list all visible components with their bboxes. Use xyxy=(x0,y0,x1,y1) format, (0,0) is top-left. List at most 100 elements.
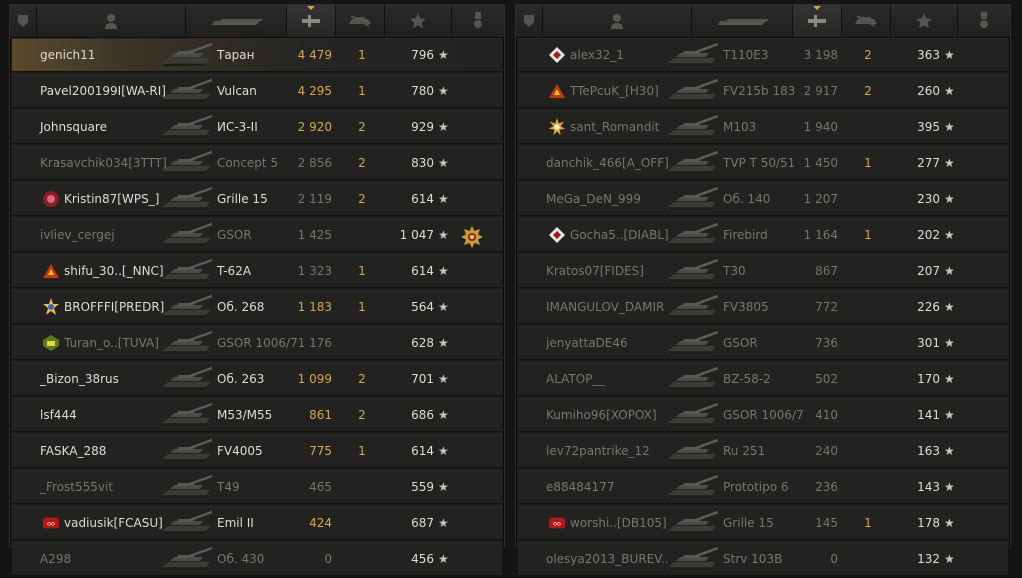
player-name[interactable]: Pavel200199I[WA-RI] xyxy=(40,75,166,107)
player-row[interactable]: jenyattaDE46 GSOR 736 301 ★ xyxy=(518,326,1008,360)
xp-value: 143 xyxy=(917,480,940,494)
vehicle-silhouette-icon xyxy=(160,365,214,393)
shield-icon[interactable] xyxy=(10,5,37,37)
kills-value xyxy=(858,255,878,287)
damage-value: 1 425 xyxy=(297,228,332,242)
player-name[interactable]: Turan_o..[TUVA] xyxy=(64,327,159,359)
player-name[interactable]: jenyattaDE46 xyxy=(546,327,628,359)
player-row[interactable]: Johnsquare ИС-3-II 2 920 2 929 ★ xyxy=(12,110,502,144)
xp-star-icon: ★ xyxy=(438,264,449,278)
player-row[interactable]: sant_Romandit M103 1 940 395 ★ xyxy=(518,110,1008,144)
player-name[interactable]: ivliev_cergej xyxy=(40,219,115,251)
player-name[interactable]: MeGa_DeN_999 xyxy=(546,183,641,215)
xp-star-icon: ★ xyxy=(944,264,955,278)
tank-icon[interactable] xyxy=(692,5,793,37)
player-row[interactable]: A298 Об. 430 0 456 ★ xyxy=(12,542,502,576)
player-name[interactable]: shifu_30..[_NNC] xyxy=(64,255,164,287)
player-row[interactable]: _Frost555vit T49 465 559 ★ xyxy=(12,470,502,504)
kills-value xyxy=(858,543,878,575)
player-name[interactable]: danchik_466[A_OFF] xyxy=(546,147,669,179)
kills-value xyxy=(858,111,878,143)
player-name[interactable]: BROFFFI[PREDR] xyxy=(64,291,164,323)
vehicle-name: Ru 251 xyxy=(723,444,766,458)
player-name[interactable]: Kratos07[FIDES] xyxy=(546,255,644,287)
player-name[interactable]: IMANGULOV_DAMIR xyxy=(546,291,664,323)
player-row[interactable]: olesya2013_BUREV.. Strv 103B 0 132 ★ xyxy=(518,542,1008,576)
player-row[interactable]: MeGa_DeN_999 Об. 140 1 207 230 ★ xyxy=(518,182,1008,216)
player-row[interactable]: oo worshi..[DB105] Grille 15 145 1 178 ★ xyxy=(518,506,1008,540)
xp-value: 628 xyxy=(411,336,434,350)
team-left-panel: genich11 Таран 4 479 1 796 ★ Pavel200199I[WA-R… xyxy=(9,4,505,576)
player-name[interactable]: Gocha5..[DIABL] xyxy=(570,219,669,251)
xp-value: 1 047 xyxy=(399,228,434,242)
player-row[interactable]: shifu_30..[_NNC] T-62A 1 323 1 614 ★ xyxy=(12,254,502,288)
xp-star-icon: ★ xyxy=(944,372,955,386)
vehicle-name: Таран xyxy=(217,48,255,62)
clan-emblem-icon: oo xyxy=(42,514,60,532)
player-name[interactable]: _Frost555vit xyxy=(40,471,113,503)
player-name[interactable]: e88484177 xyxy=(546,471,614,503)
player-row[interactable]: lsf444 M53/M55 861 2 686 ★ xyxy=(12,398,502,432)
player-row[interactable]: Kristin87[WPS_] Grille 15 2 119 2 614 ★ xyxy=(12,182,502,216)
xp-value: 614 xyxy=(411,444,434,458)
medal-icon[interactable] xyxy=(452,5,504,37)
player-row[interactable]: Pavel200199I[WA-RI] Vulcan 4 295 1 780 ★ xyxy=(12,74,502,108)
xp-star-icon: ★ xyxy=(944,84,955,98)
kills-value: 1 xyxy=(358,84,366,98)
player-name[interactable]: olesya2013_BUREV.. xyxy=(546,543,669,575)
player-row[interactable]: FASKA_288 FV4005 775 1 614 ★ xyxy=(12,434,502,468)
xp-star-icon[interactable] xyxy=(891,5,958,37)
vehicle-silhouette-icon xyxy=(666,41,720,69)
kills-value: 2 xyxy=(358,120,366,134)
player-row[interactable]: oo vadiusik[FCASU] Emil II 424 687 ★ xyxy=(12,506,502,540)
player-name[interactable]: FASKA_288 xyxy=(40,435,106,467)
player-row[interactable]: alex32_1 T110E3 3 198 2 363 ★ xyxy=(518,38,1008,72)
damage-icon[interactable] xyxy=(793,5,842,37)
vehicle-silhouette-icon xyxy=(160,185,214,213)
kills-icon[interactable] xyxy=(842,5,891,37)
tank-icon[interactable] xyxy=(186,5,287,37)
player-row[interactable]: genich11 Таран 4 479 1 796 ★ xyxy=(12,38,502,72)
player-name[interactable]: sant_Romandit xyxy=(570,111,659,143)
player-name[interactable]: alex32_1 xyxy=(570,39,624,71)
player-icon[interactable] xyxy=(37,5,186,37)
player-name[interactable]: genich11 xyxy=(40,39,95,71)
player-row[interactable]: _Bizon_38rus Об. 263 1 099 2 701 ★ xyxy=(12,362,502,396)
player-name[interactable]: Kumiho96[XOPOX] xyxy=(546,399,657,431)
player-row[interactable]: Krasavchik034[3TTT] Concept 5 2 856 2 830 ★ xyxy=(12,146,502,180)
kills-icon[interactable] xyxy=(336,5,385,37)
xp-star-icon: ★ xyxy=(438,192,449,206)
damage-value: 1 207 xyxy=(803,192,838,206)
damage-value: 775 xyxy=(309,444,332,458)
player-row[interactable]: Gocha5..[DIABL] Firebird 1 164 1 202 ★ xyxy=(518,218,1008,252)
player-name[interactable]: vadiusik[FCASU] xyxy=(64,507,163,539)
player-name[interactable]: Johnsquare xyxy=(40,111,107,143)
player-row[interactable]: IMANGULOV_DAMIR FV3805 772 226 ★ xyxy=(518,290,1008,324)
player-name[interactable]: ALATOP__ xyxy=(546,363,604,395)
player-name[interactable]: lsf444 xyxy=(40,399,77,431)
medal-icon[interactable] xyxy=(958,5,1010,37)
player-row[interactable]: ALATOP__ BZ-58-2 502 170 ★ xyxy=(518,362,1008,396)
player-name[interactable]: Kristin87[WPS_] xyxy=(64,183,159,215)
medal-icon[interactable] xyxy=(461,226,483,248)
player-icon[interactable] xyxy=(543,5,692,37)
player-name[interactable]: worshi..[DB105] xyxy=(570,507,667,539)
player-row[interactable]: danchik_466[A_OFF] TVP T 50/51 1 450 1 277 ★ xyxy=(518,146,1008,180)
player-row[interactable]: lev72pantrike_12 Ru 251 240 163 ★ xyxy=(518,434,1008,468)
damage-icon[interactable] xyxy=(287,5,336,37)
player-row[interactable]: Kratos07[FIDES] T30 867 207 ★ xyxy=(518,254,1008,288)
xp-star-icon[interactable] xyxy=(385,5,452,37)
player-name[interactable]: A298 xyxy=(40,543,71,575)
xp-star-icon: ★ xyxy=(438,48,449,62)
player-row[interactable]: Kumiho96[XOPOX] GSOR 1006/7 410 141 ★ xyxy=(518,398,1008,432)
player-row[interactable]: e88484177 Prototipo 6 236 143 ★ xyxy=(518,470,1008,504)
player-row[interactable]: TTePcuK_[H30] FV215b 183 2 917 2 260 ★ xyxy=(518,74,1008,108)
player-name[interactable]: TTePcuK_[H30] xyxy=(570,75,659,107)
player-name[interactable]: lev72pantrike_12 xyxy=(546,435,650,467)
player-name[interactable]: Krasavchik034[3TTT] xyxy=(40,147,167,179)
player-row[interactable]: ivliev_cergej GSOR 1 425 1 047 ★ xyxy=(12,218,502,252)
player-row[interactable]: BROFFFI[PREDR] Об. 268 1 183 1 564 ★ xyxy=(12,290,502,324)
player-name[interactable]: _Bizon_38rus xyxy=(40,363,119,395)
player-row[interactable]: Turan_o..[TUVA] GSOR 1006/7 1 176 628 ★ xyxy=(12,326,502,360)
shield-icon[interactable] xyxy=(516,5,543,37)
